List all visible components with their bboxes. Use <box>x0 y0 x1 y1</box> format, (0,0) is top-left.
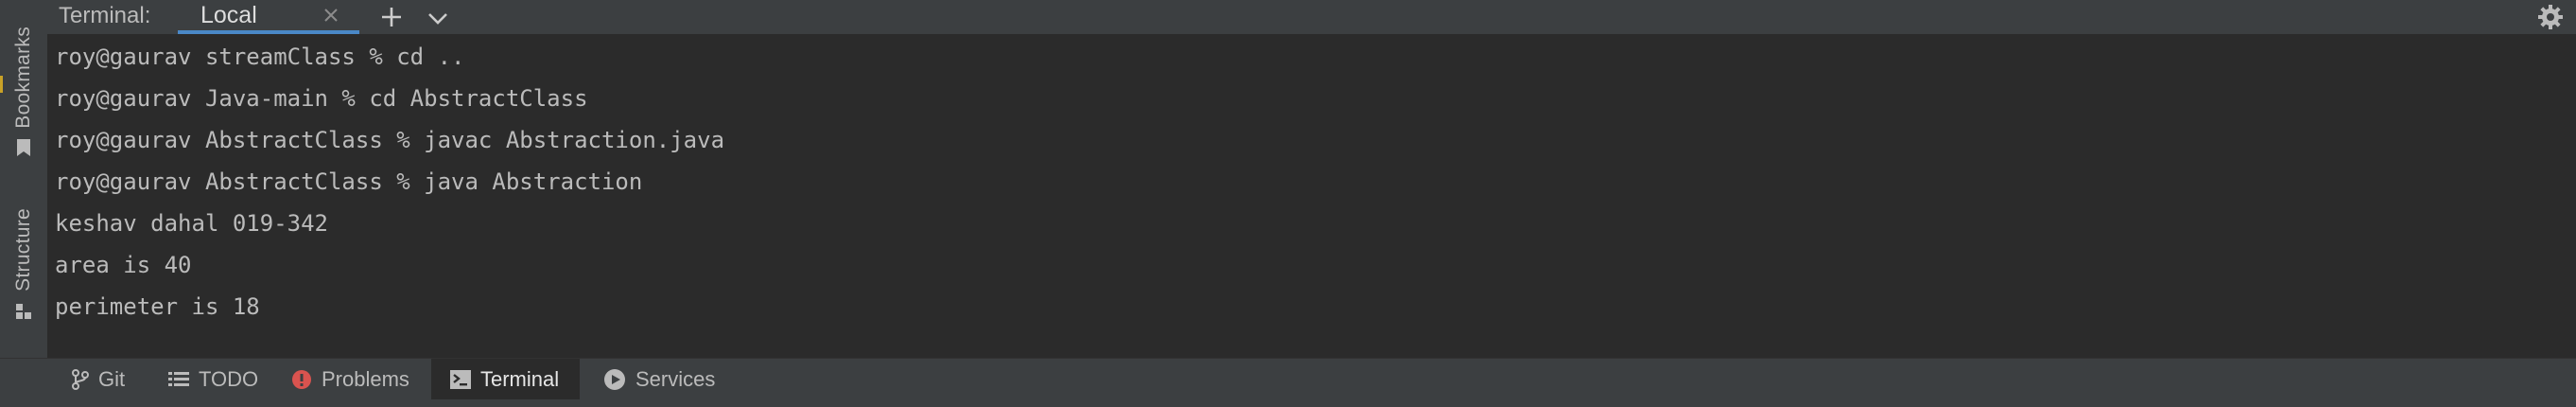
tool-git-label: Git <box>98 367 126 391</box>
terminal-header: Terminal: Local <box>47 0 2576 35</box>
close-icon[interactable] <box>322 6 340 25</box>
terminal-icon <box>450 370 471 389</box>
terminal-line: roy@gaurav AbstractClass % java Abstract… <box>55 168 643 195</box>
panel-title: Terminal: <box>59 3 151 28</box>
bookmark-icon <box>17 138 30 156</box>
terminal-line: roy@gaurav AbstractClass % javac Abstrac… <box>55 127 725 153</box>
tool-todo[interactable]: TODO <box>161 359 266 400</box>
chevron-down-icon[interactable] <box>426 6 450 30</box>
tab-label: Local <box>200 2 257 28</box>
tool-todo-label: TODO <box>199 367 259 391</box>
bookmarks-tab-label: Bookmarks <box>12 27 34 129</box>
terminal-line: roy@gaurav streamClass % cd .. <box>55 44 465 70</box>
tool-problems-label: Problems <box>322 367 409 391</box>
tab-local[interactable]: Local <box>178 0 359 34</box>
problems-icon <box>292 370 311 389</box>
terminal-line: keshav dahal 019-342 <box>55 210 328 237</box>
structure-icon <box>16 303 31 319</box>
left-tool-strip: Bookmarks Structure <box>0 0 48 358</box>
tool-services-label: Services <box>635 367 716 391</box>
terminal-line: perimeter is 18 <box>55 293 260 320</box>
services-icon <box>604 369 625 390</box>
tool-services[interactable]: Services <box>596 359 722 400</box>
structure-tab[interactable]: Structure <box>0 208 47 320</box>
terminal-output[interactable]: roy@gaurav streamClass % cd .. roy@gaura… <box>47 34 2576 358</box>
tool-terminal[interactable]: Terminal <box>431 359 581 400</box>
list-icon <box>168 372 189 386</box>
gear-icon[interactable] <box>2536 3 2565 31</box>
terminal-line: roy@gaurav Java-main % cd AbstractClass <box>55 85 588 112</box>
structure-tab-label: Structure <box>12 208 34 292</box>
git-branch-icon <box>72 369 89 390</box>
tool-git[interactable]: Git <box>64 359 132 400</box>
tool-problems[interactable]: Problems <box>284 359 417 400</box>
tool-window-bar: Git TODO Problems Terminal Services <box>0 358 2576 400</box>
status-strip <box>0 399 2576 407</box>
plus-icon[interactable] <box>378 4 405 30</box>
terminal-line: area is 40 <box>55 252 192 278</box>
bookmarks-tab[interactable]: Bookmarks <box>0 27 47 157</box>
tool-terminal-label: Terminal <box>480 367 560 391</box>
